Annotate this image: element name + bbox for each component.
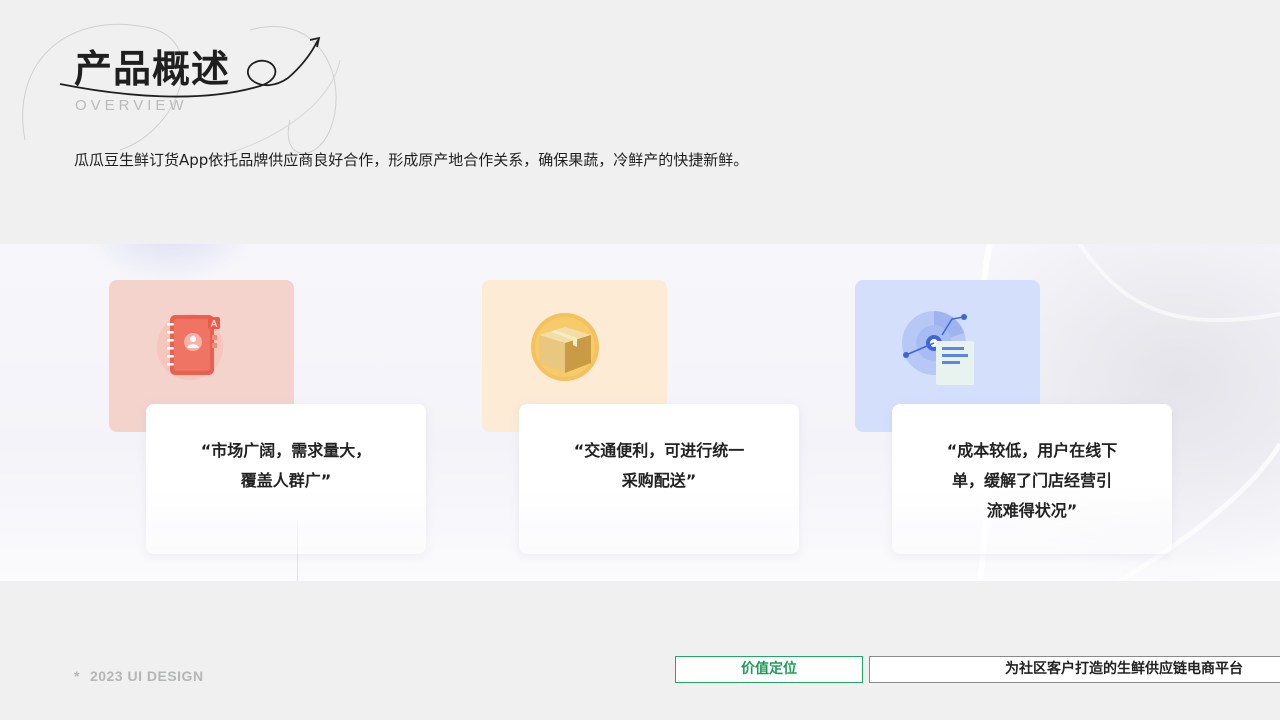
analytics-report-icon bbox=[902, 311, 974, 385]
asterisk-icon: * bbox=[74, 668, 80, 684]
band-glow bbox=[80, 244, 260, 284]
quote-line: 覆盖人群广” bbox=[240, 471, 332, 490]
quote-card: “市场广阔，需求量大， 覆盖人群广” bbox=[146, 404, 426, 554]
page-title: 产品概述 bbox=[74, 47, 231, 91]
value-positioning-label: 价值定位 bbox=[675, 656, 863, 683]
footer-mark-text: 2023 UI DESIGN bbox=[89, 668, 204, 684]
decorative-curves bbox=[22, 23, 341, 161]
address-book-icon: A bbox=[157, 314, 223, 380]
package-box-icon bbox=[531, 313, 599, 381]
feature-card-logistics: “交通便利，可进行统一 采购配送” bbox=[482, 280, 802, 580]
svg-text:A: A bbox=[211, 319, 218, 330]
footer-mark: * 2023 UI DESIGN bbox=[74, 668, 204, 684]
quote-line: 采购配送” bbox=[621, 471, 697, 490]
quote-line: 单，缓解了门店经营引 bbox=[951, 471, 1112, 490]
quote-line: “市场广阔，需求量大， bbox=[200, 441, 372, 460]
feature-card-market: A “市场广阔，需求量大， 覆盖人群广” bbox=[109, 280, 429, 580]
quote-card: “成本较低，用户在线下 单，缓解了门店经营引 流难得状况” bbox=[892, 404, 1172, 554]
page-subtitle: OVERVIEW bbox=[75, 97, 188, 114]
quote-line: “交通便利，可进行统一 bbox=[573, 441, 745, 460]
quote-line: 流难得状况” bbox=[986, 501, 1078, 520]
intro-text: 瓜瓜豆生鲜订货App依托品牌供应商良好合作，形成原产地合作关系，确保果蔬，冷鲜产… bbox=[74, 151, 749, 169]
value-positioning-text: 为社区客户打造的生鲜供应链电商平台 bbox=[869, 656, 1280, 683]
quote-line: “成本较低，用户在线下 bbox=[946, 441, 1118, 460]
feature-card-cost: “成本较低，用户在线下 单，缓解了门店经营引 流难得状况” bbox=[855, 280, 1175, 580]
quote-card: “交通便利，可进行统一 采购配送” bbox=[519, 404, 799, 554]
